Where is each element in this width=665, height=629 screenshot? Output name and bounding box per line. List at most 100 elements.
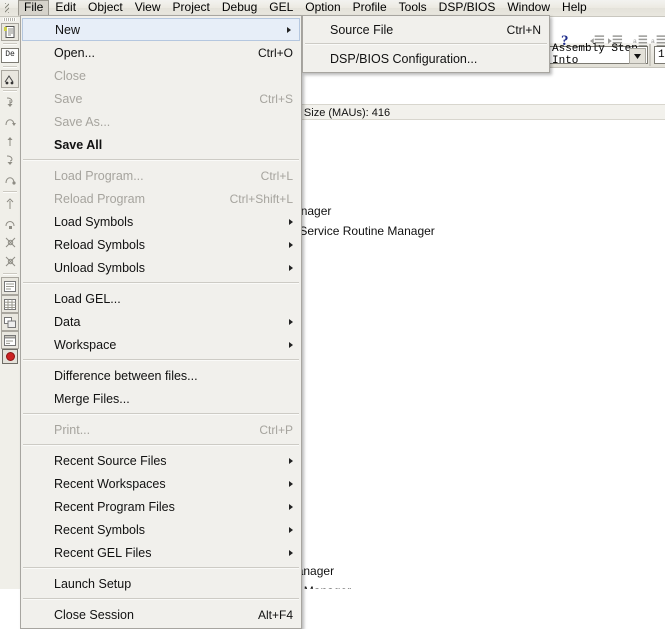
toolbar-separator <box>3 191 17 193</box>
file-menu-item-load-gel[interactable]: Load GEL... <box>21 287 301 310</box>
menu-item-label: Source File <box>330 22 394 37</box>
menu-separator <box>23 359 299 361</box>
chevron-down-icon[interactable] <box>629 48 646 64</box>
menu-item-label: Save All <box>54 137 103 152</box>
submenu-arrow-icon <box>289 318 293 325</box>
context-help-icon[interactable]: ? <box>561 33 569 50</box>
file-menu-item-recent-workspaces[interactable]: Recent Workspaces <box>21 472 301 495</box>
profile-clock-icon[interactable] <box>1 252 19 271</box>
menubar-item-view[interactable]: View <box>129 0 167 16</box>
menu-item-accelerator: Ctrl+N <box>506 22 541 37</box>
file-menu-item-load-program[interactable]: Load Program... Ctrl+L <box>21 164 301 187</box>
file-menu-item-save-as[interactable]: Save As... <box>21 110 301 133</box>
menu-item-label: Close Session <box>54 607 134 622</box>
comment-block-icon[interactable]: a <box>633 34 648 48</box>
new-submenu-dropdown[interactable]: Source File Ctrl+N DSP/BIOS Configuration.… <box>302 15 550 73</box>
menubar-item-project[interactable]: Project <box>167 0 216 16</box>
halt-icon[interactable] <box>1 214 19 233</box>
file-menu-item-reload-program[interactable]: Reload Program Ctrl+Shift+L <box>21 187 301 210</box>
submenu-arrow-icon <box>289 457 293 464</box>
toolbar-grip[interactable] <box>0 16 20 23</box>
menubar-item-window[interactable]: Window <box>501 0 556 16</box>
run-icon[interactable] <box>1 195 19 214</box>
menu-item-label: DSP/BIOS Configuration... <box>330 51 478 66</box>
file-menu-item-save-all[interactable]: Save All <box>21 133 301 156</box>
file-menu-item-recent-program-files[interactable]: Recent Program Files <box>21 495 301 518</box>
file-menu-item-workspace[interactable]: Workspace <box>21 333 301 356</box>
file-menu-item-close-session[interactable]: Close Session Alt+F4 <box>21 603 301 626</box>
menu-item-label: Close <box>54 68 86 83</box>
file-menu-item-reload-symbols[interactable]: Reload Symbols <box>21 233 301 256</box>
menubar-grip[interactable] <box>0 1 18 15</box>
debug-side-toolbar[interactable]: De <box>0 16 21 589</box>
file-menu-item-data[interactable]: Data <box>21 310 301 333</box>
menu-item-label: Reload Symbols <box>54 237 146 252</box>
menu-item-accelerator: Ctrl+P <box>259 422 293 437</box>
menubar-item-profile[interactable]: Profile <box>347 0 393 16</box>
menu-item-accelerator: Ctrl+L <box>260 168 293 183</box>
menu-separator <box>23 567 299 569</box>
menubar-item-edit[interactable]: Edit <box>49 0 82 16</box>
menu-item-label: Reload Program <box>54 191 146 206</box>
animate-icon[interactable] <box>1 233 19 252</box>
watch-window-icon[interactable] <box>1 277 19 295</box>
menubar-item-gel[interactable]: GEL <box>263 0 299 16</box>
menubar-item-tools[interactable]: Tools <box>393 0 433 16</box>
submenu-arrow-icon <box>289 503 293 510</box>
submenu-arrow-icon <box>289 526 293 533</box>
new-submenu-item-source-file[interactable]: Source File Ctrl+N <box>303 18 549 41</box>
record-breakpoint-icon[interactable] <box>2 349 18 364</box>
file-menu-item-close[interactable]: Close <box>21 64 301 87</box>
file-menu-item-merge-files[interactable]: Merge Files... <box>21 387 301 410</box>
step-count-input[interactable]: 1 <box>654 46 665 64</box>
assembly-step-icon[interactable] <box>1 170 19 189</box>
menubar-item-file[interactable]: File <box>18 0 50 16</box>
record-dot <box>5 352 15 361</box>
menu-separator <box>305 43 547 45</box>
menu-item-label: Workspace <box>54 337 117 352</box>
step-out-icon[interactable] <box>1 132 19 151</box>
run-to-cursor-icon[interactable] <box>1 70 19 88</box>
menubar-item-help[interactable]: Help <box>556 0 593 16</box>
file-menu-item-open[interactable]: Open... Ctrl+O <box>21 41 301 64</box>
menubar-item-dsp-bios[interactable]: DSP/BIOS <box>433 0 502 16</box>
memory-window-icon[interactable] <box>1 295 19 313</box>
file-properties-icon[interactable] <box>1 23 19 41</box>
file-menu-item-difference-between-files[interactable]: Difference between files... <box>21 364 301 387</box>
menu-item-accelerator: Ctrl+O <box>257 45 293 60</box>
file-menu-item-load-symbols[interactable]: Load Symbols <box>21 210 301 233</box>
file-menu-item-save[interactable]: Save Ctrl+S <box>21 87 301 110</box>
file-menu-item-recent-source-files[interactable]: Recent Source Files <box>21 449 301 472</box>
menu-item-label: Save As... <box>54 114 111 129</box>
toolbar-separator <box>3 66 17 68</box>
menu-separator <box>23 413 299 415</box>
file-menu-dropdown[interactable]: New Open... Ctrl+O Close Save Ctrl+S Save As..… <box>20 15 302 629</box>
menu-item-label: New <box>55 22 81 37</box>
menu-separator <box>23 159 299 161</box>
file-menu-item-print[interactable]: Print... Ctrl+P <box>21 418 301 441</box>
file-menu-item-unload-symbols[interactable]: Unload Symbols <box>21 256 301 279</box>
menu-item-label: Recent Source Files <box>54 453 167 468</box>
menubar-item-debug[interactable]: Debug <box>216 0 263 16</box>
registers-window-icon[interactable] <box>1 313 19 331</box>
disassembly-window-icon[interactable] <box>1 331 19 349</box>
file-menu-item-recent-symbols[interactable]: Recent Symbols <box>21 518 301 541</box>
menu-item-label: Merge Files... <box>54 391 130 406</box>
new-submenu-item-dsp-bios-configuration[interactable]: DSP/BIOS Configuration... <box>303 47 549 70</box>
step-over-icon[interactable] <box>1 113 19 132</box>
menu-item-label: Recent Workspaces <box>54 476 166 491</box>
uncomment-block-icon[interactable]: a <box>651 34 665 48</box>
decrease-indent-icon[interactable] <box>590 34 605 48</box>
submenu-arrow-icon <box>287 26 291 33</box>
file-menu-item-recent-gel-files[interactable]: Recent GEL Files <box>21 541 301 564</box>
debug-label-icon[interactable]: De <box>1 47 19 64</box>
step-into-icon[interactable] <box>1 94 19 113</box>
next-statement-icon[interactable] <box>1 151 19 170</box>
menu-separator <box>23 282 299 284</box>
file-menu-item-new[interactable]: New <box>22 18 300 41</box>
increase-indent-icon[interactable] <box>608 34 623 48</box>
menubar-item-option[interactable]: Option <box>299 0 346 16</box>
menubar-item-object[interactable]: Object <box>82 0 129 16</box>
file-menu-item-launch-setup[interactable]: Launch Setup <box>21 572 301 595</box>
submenu-arrow-icon <box>289 549 293 556</box>
